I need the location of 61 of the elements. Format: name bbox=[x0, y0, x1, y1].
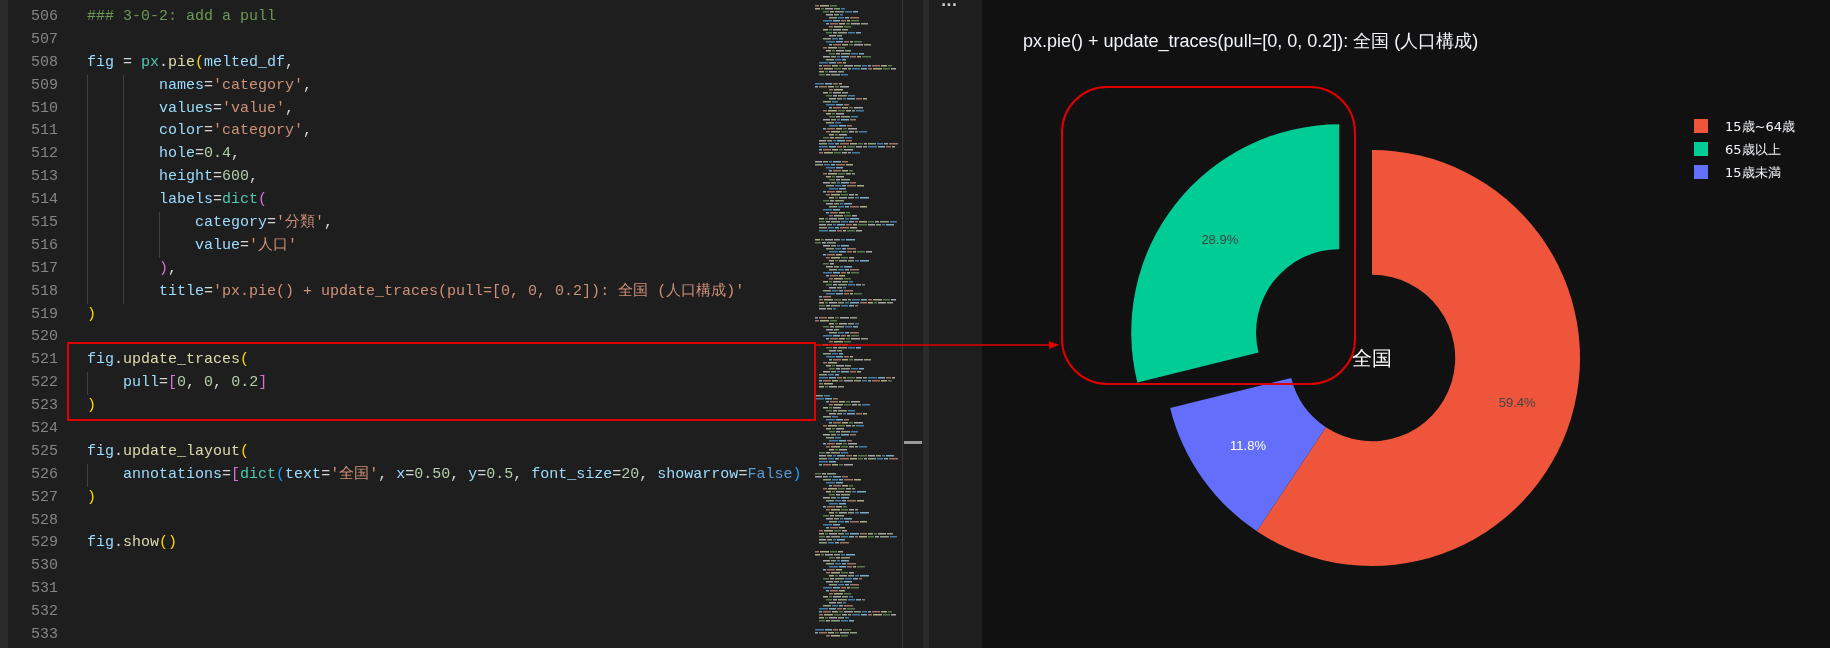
line-number: 529 bbox=[30, 533, 58, 554]
code-line: labels=dict( bbox=[87, 189, 268, 212]
code-line: ) bbox=[87, 396, 96, 417]
line-number: 528 bbox=[30, 510, 58, 531]
legend-swatch[interactable] bbox=[1694, 142, 1708, 156]
code-line: ### 3-0-2: add a pull bbox=[87, 7, 277, 27]
line-number: 508 bbox=[30, 52, 58, 73]
legend-label[interactable]: 15歳~64歳 bbox=[1725, 119, 1795, 134]
code-line: value='人口' bbox=[87, 234, 298, 258]
line-number: 517 bbox=[30, 258, 58, 279]
line-number: 531 bbox=[30, 579, 58, 600]
legend-label[interactable]: 65歳以上 bbox=[1725, 142, 1781, 157]
line-number: 515 bbox=[30, 213, 58, 233]
scrollbar-thumb[interactable] bbox=[904, 441, 922, 444]
line-number: 510 bbox=[30, 98, 58, 119]
code-line: fig.update_traces( bbox=[87, 350, 250, 371]
code-line: names='category', bbox=[87, 74, 313, 98]
more-menu-button[interactable]: ... bbox=[941, 0, 957, 8]
code-line: height=600, bbox=[87, 166, 259, 190]
line-number: 533 bbox=[30, 625, 58, 646]
line-number: 518 bbox=[30, 281, 58, 302]
line-number: 524 bbox=[30, 419, 58, 440]
slice-label: 28.9% bbox=[1201, 231, 1239, 247]
line-number: 519 bbox=[30, 304, 58, 325]
line-number: 507 bbox=[30, 29, 58, 50]
line-number: 512 bbox=[30, 144, 58, 165]
line-number: 516 bbox=[30, 235, 58, 256]
line-number: 523 bbox=[30, 396, 58, 417]
slice-label: 11.8% bbox=[1230, 438, 1266, 454]
line-number: 526 bbox=[30, 464, 58, 485]
code-line: fig.show() bbox=[87, 533, 178, 554]
line-number: 514 bbox=[30, 190, 58, 211]
code-line: ) bbox=[87, 304, 96, 325]
code-line: title='px.pie() + update_traces(pull=[0, 0, 0.2]): 全国 (人口構成)' bbox=[87, 280, 745, 304]
code-line: ) bbox=[87, 487, 96, 508]
line-number: 509 bbox=[30, 75, 58, 96]
code-line: values='value', bbox=[87, 97, 295, 121]
code-line: color='category', bbox=[87, 120, 313, 144]
code-line: hole=0.4, bbox=[87, 143, 241, 167]
legend-swatch[interactable] bbox=[1694, 165, 1708, 179]
legend-swatch[interactable] bbox=[1694, 119, 1708, 133]
line-number: 511 bbox=[30, 121, 58, 142]
line-number: 527 bbox=[30, 487, 58, 508]
line-number: 521 bbox=[30, 350, 58, 371]
line-number: 506 bbox=[30, 7, 58, 27]
legend-label[interactable]: 15歳未満 bbox=[1725, 165, 1781, 180]
slice-label: 59.4% bbox=[1498, 394, 1536, 410]
code-line: category='分類', bbox=[87, 212, 334, 235]
line-number: 532 bbox=[30, 602, 58, 623]
line-number: 530 bbox=[30, 556, 58, 577]
code-line: fig = px.pie(melted_df, bbox=[87, 52, 295, 73]
line-number: 522 bbox=[30, 373, 58, 394]
code-line: pull=[0, 0, 0.2] bbox=[87, 372, 268, 396]
code-line: annotations=[dict(text='全国', x=0.50, y=0.5, font_size=20, showarrow=False) bbox=[87, 463, 802, 487]
chart-title: px.pie() + update_traces(pull=[0, 0, 0.2]): 全国 (人口構成) bbox=[1023, 31, 1479, 51]
line-number: 513 bbox=[30, 167, 58, 188]
line-number: 525 bbox=[30, 441, 58, 462]
code-line: ), bbox=[87, 257, 178, 281]
center-label: 全国 bbox=[1352, 346, 1392, 370]
code-line: fig.update_layout( bbox=[87, 441, 250, 462]
line-number: 520 bbox=[30, 327, 58, 348]
